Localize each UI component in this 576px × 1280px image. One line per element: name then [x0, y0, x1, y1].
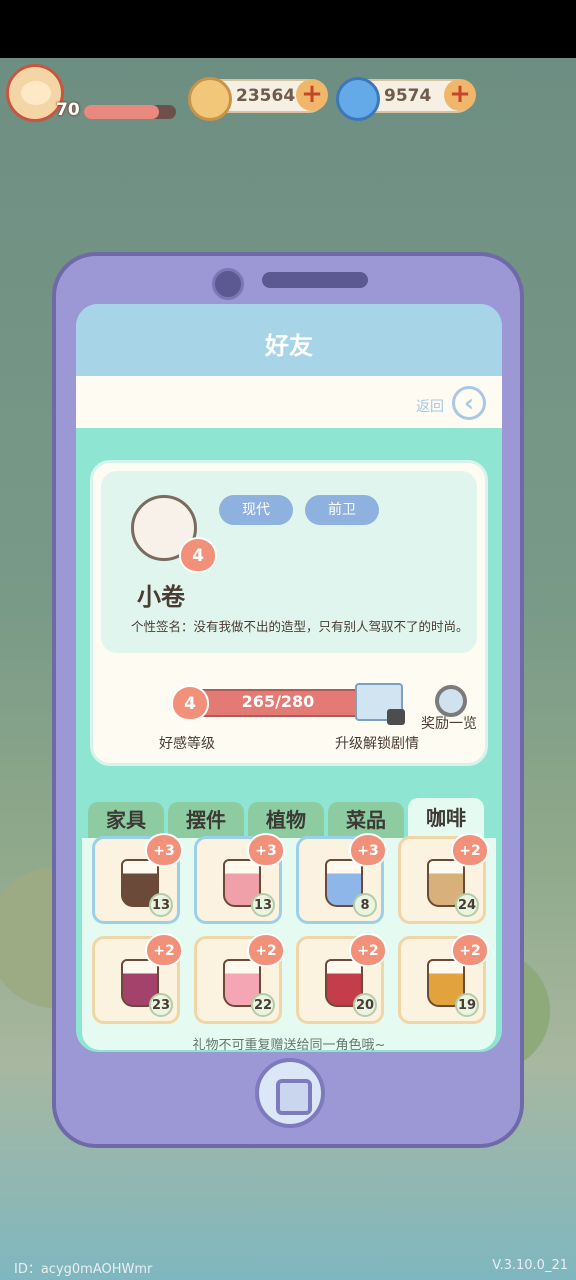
favor-progress-text: 265/280: [241, 692, 315, 711]
favor-bonus-badge: +2: [451, 833, 489, 867]
page-title: 好友: [265, 332, 313, 360]
speaker-slot: [262, 272, 368, 288]
gift-item[interactable]: +2 20: [296, 933, 387, 1024]
unlock-story-label: 升级解锁剧情: [335, 736, 419, 752]
friend-signature: 个性签名：没有我做不出的造型，只有别人驾驭不了的时尚。: [131, 619, 469, 634]
lock-icon: [387, 709, 405, 725]
gift-item[interactable]: +3 8: [296, 833, 387, 924]
gift-item[interactable]: +2 22: [194, 933, 285, 1024]
gift-rule-note: 礼物不可重复赠送给同一角色哦~: [192, 1038, 386, 1052]
gem-counter: 9574 +: [336, 77, 476, 121]
item-count: 8: [353, 893, 377, 917]
favor-level-label: 好感等级: [159, 736, 215, 752]
favor-bonus-badge: +3: [349, 833, 387, 867]
tab-furniture[interactable]: 家具: [88, 802, 164, 838]
gift-item[interactable]: +2 23: [92, 933, 183, 1024]
favor-level-heart: 4: [179, 537, 217, 573]
item-count: 13: [251, 893, 275, 917]
favor-progress-bar: 265/280: [193, 689, 363, 717]
player-id: ID：acyg0mAOHWmr: [14, 1262, 153, 1277]
rewards-overview-link[interactable]: 奖励一览: [421, 713, 477, 733]
gem-value: 9574: [384, 86, 432, 106]
favor-bonus-badge: +3: [145, 833, 183, 867]
item-count: 22: [251, 993, 275, 1017]
coin-value: 23564: [236, 86, 296, 106]
back-button[interactable]: ‹: [452, 386, 486, 420]
add-coins-button[interactable]: +: [296, 79, 328, 111]
gift-item[interactable]: +2 24: [398, 833, 489, 924]
item-count: 24: [455, 893, 479, 917]
favor-bonus-badge: +3: [247, 833, 285, 867]
level-progress-fill: [84, 105, 160, 119]
tag-avant-garde: 前卫: [305, 495, 379, 525]
item-count: 13: [149, 893, 173, 917]
tab-decor[interactable]: 摆件: [168, 802, 244, 838]
gift-category-tabs: 家具 摆件 植物 菜品 咖啡: [88, 798, 488, 838]
avatar-face: [21, 81, 51, 105]
favor-bonus-badge: +2: [349, 933, 387, 967]
gift-grid: +3 13 +3 13 +3 8 +2 24 +2 23 +2 22 +2 20…: [82, 833, 496, 1050]
tab-coffee[interactable]: 咖啡: [408, 798, 484, 838]
level-progress-bar: [84, 105, 176, 119]
friends-screen: 好友 返回 ‹ 4 现代 前卫 小卷 个性签名：没有我做不出的造型，只有别人驾驭…: [76, 304, 502, 1052]
coin-counter: 23564 +: [188, 77, 328, 121]
version-text: V.3.10.0_21: [492, 1258, 568, 1273]
chevron-left-icon: ‹: [464, 389, 474, 417]
swirl-gem-icon: [336, 77, 380, 121]
profile-info: 4 现代 前卫 小卷 个性签名：没有我做不出的造型，只有别人驾驭不了的时尚。: [101, 471, 477, 653]
favor-bonus-badge: +2: [247, 933, 285, 967]
favor-bar-heart: 4: [171, 685, 209, 721]
tab-plants[interactable]: 植物: [248, 802, 324, 838]
back-label[interactable]: 返回: [416, 396, 444, 416]
status-bar: [0, 0, 576, 58]
home-button[interactable]: [255, 1058, 325, 1128]
gift-item[interactable]: +3 13: [92, 833, 183, 924]
friend-profile-card: 4 现代 前卫 小卷 个性签名：没有我做不出的造型，只有别人驾驭不了的时尚。 2…: [90, 460, 488, 766]
friend-name: 小卷: [137, 583, 185, 611]
tag-modern: 现代: [219, 495, 293, 525]
player-level: 70: [56, 100, 80, 120]
gift-item[interactable]: +2 19: [398, 933, 489, 1024]
add-gems-button[interactable]: +: [444, 79, 476, 111]
item-count: 20: [353, 993, 377, 1017]
favor-bonus-badge: +2: [451, 933, 489, 967]
gift-item[interactable]: +3 13: [194, 833, 285, 924]
favor-bonus-badge: +2: [145, 933, 183, 967]
item-count: 19: [455, 993, 479, 1017]
camera-icon: [212, 268, 244, 300]
home-square-icon: [276, 1079, 312, 1115]
coin-icon: [188, 77, 232, 121]
item-count: 23: [149, 993, 173, 1017]
